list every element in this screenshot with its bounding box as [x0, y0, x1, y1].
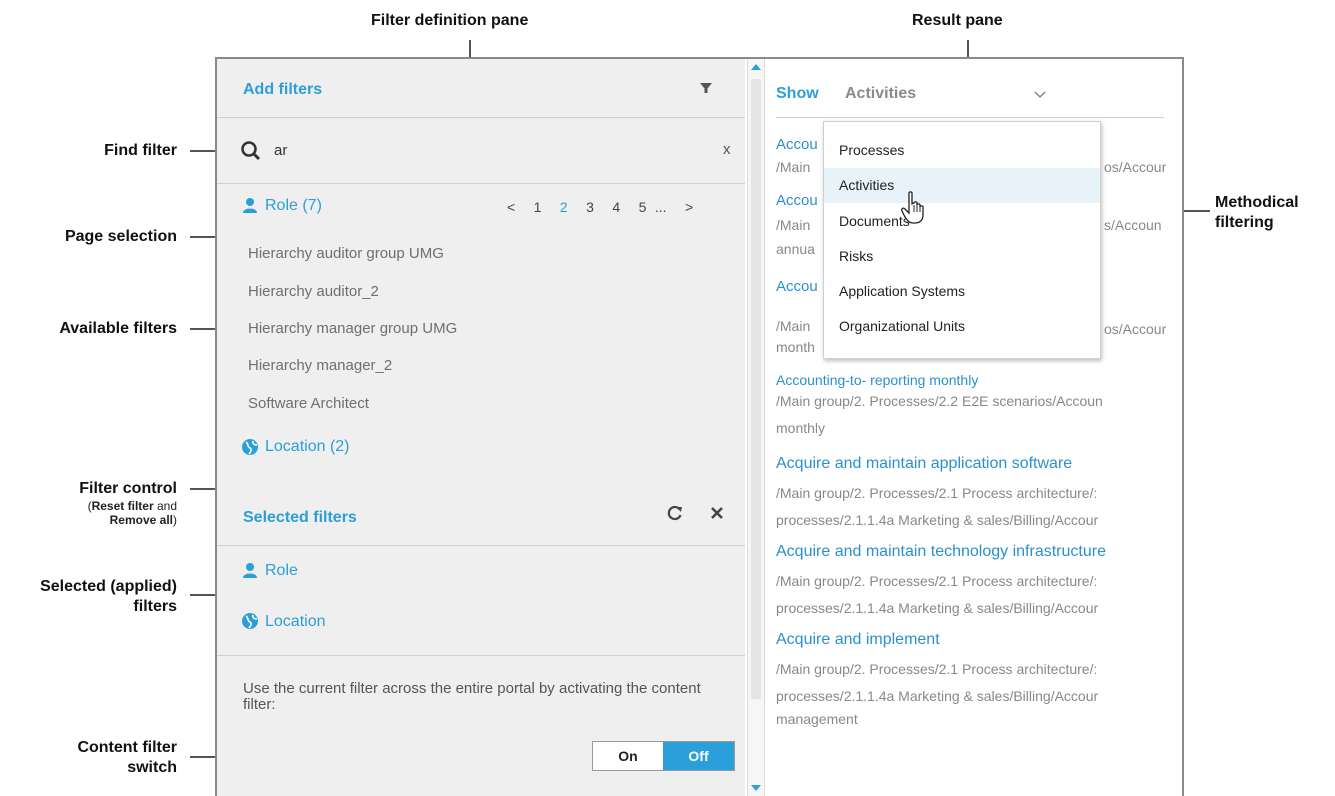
menu-item-activities[interactable]: Activities [824, 168, 1100, 203]
pager-page-2[interactable]: 2 [560, 199, 568, 215]
role-group-header[interactable]: Role (7) [265, 197, 322, 215]
toggle-off[interactable]: Off [663, 742, 734, 770]
search-icon [241, 141, 261, 161]
reset-filter-icon[interactable] [666, 504, 684, 522]
globe-icon [242, 439, 258, 455]
annotation-available-filters: Available filters [59, 320, 177, 337]
menu-item-organizational-units[interactable]: Organizational Units [824, 309, 1100, 344]
annotation-selected-filters: Selected (applied) filters [40, 578, 177, 615]
pager-next[interactable]: > [685, 199, 693, 215]
show-dropdown-value[interactable]: Activities [845, 85, 916, 103]
scroll-up-icon[interactable] [751, 63, 761, 71]
funnel-icon[interactable] [699, 81, 713, 95]
result-path: /Main group/2. Processes/2.1 Process arc… [776, 661, 1098, 677]
clear-search-button[interactable]: x [723, 141, 731, 158]
menu-item-documents[interactable]: Documents [824, 204, 1100, 239]
toggle-on[interactable]: On [593, 742, 663, 770]
user-icon [243, 563, 257, 578]
menu-item-processes[interactable]: Processes [824, 133, 1100, 168]
result-path: /Main group/2. Processes/2.1 Process arc… [776, 573, 1098, 589]
result-path: processes/2.1.1.4a Marketing & sales/Bil… [776, 512, 1099, 528]
menu-item-application-systems[interactable]: Application Systems [824, 274, 1100, 309]
filter-item[interactable]: Hierarchy manager_2 [248, 357, 392, 374]
filter-item[interactable]: Hierarchy manager group UMG [248, 320, 457, 337]
result-path: /Main group/2. Processes/2.2 E2E scenari… [776, 393, 1103, 409]
pager-prev[interactable]: < [507, 199, 515, 215]
selected-filter-role[interactable]: Role [265, 562, 298, 580]
pager-page-5[interactable]: 5 [639, 199, 647, 215]
globe-icon [242, 613, 258, 629]
filter-definition-pane: Add filters ar x Role (7) < 1 2 3 4 5 ..… [217, 59, 745, 796]
annotation-methodical-filtering: Methodical filtering [1215, 194, 1299, 231]
selected-filters-title: Selected filters [243, 509, 357, 526]
add-filters-title: Add filters [243, 81, 323, 98]
scroll-thumb[interactable] [751, 79, 761, 699]
search-input[interactable]: ar [274, 142, 287, 159]
pager-page-1[interactable]: 1 [534, 199, 542, 215]
pager-ellipsis: ... [654, 199, 667, 215]
annotation-page-selection: Page selection [64, 228, 177, 245]
show-dropdown-menu: Processes Activities Documents Risks App… [823, 121, 1101, 359]
result-path: /Main [776, 217, 811, 233]
result-title[interactable]: Accounting-to- reporting monthly [776, 372, 978, 388]
result-path: processes/2.1.1.4a Marketing & sales/Bil… [776, 688, 1099, 704]
selected-filter-location[interactable]: Location [265, 613, 326, 631]
result-path-tail: os/Accour [1104, 321, 1167, 337]
annotation-filter-control-sub: (Reset filter and Remove all) [87, 499, 177, 527]
result-title[interactable]: Accou [776, 136, 818, 153]
filter-item[interactable]: Hierarchy auditor group UMG [248, 245, 444, 262]
pager: < 1 2 3 4 5 ... > [493, 199, 693, 217]
filter-item[interactable]: Hierarchy auditor_2 [248, 283, 379, 300]
result-title[interactable]: Accou [776, 192, 818, 209]
location-group-header[interactable]: Location (2) [265, 438, 350, 456]
result-path: annua [776, 241, 815, 257]
remove-all-icon[interactable] [710, 506, 724, 520]
result-title[interactable]: Acquire and maintain application softwar… [776, 455, 1072, 473]
result-title[interactable]: Acquire and implement [776, 631, 940, 649]
annotation-content-filter-switch: Content filter switch [77, 739, 177, 776]
result-path-tail: s/Accoun [1104, 217, 1162, 233]
chevron-down-icon[interactable] [1034, 91, 1046, 99]
result-path: /Main group/2. Processes/2.1 Process arc… [776, 485, 1098, 501]
result-path: /Main [776, 318, 811, 334]
show-label: Show [776, 85, 819, 102]
result-path: /Main [776, 159, 811, 175]
user-icon [243, 198, 257, 213]
pager-page-3[interactable]: 3 [586, 199, 594, 215]
result-path: month [776, 339, 815, 355]
annotation-result-pane: Result pane [912, 12, 1003, 29]
annotation-filter-control: Filter control [79, 480, 177, 497]
result-path-tail: os/Accour [1104, 159, 1167, 175]
pager-page-4[interactable]: 4 [612, 199, 620, 215]
result-path: processes/2.1.1.4a Marketing & sales/Bil… [776, 600, 1099, 616]
annotation-find-filter: Find filter [104, 142, 177, 159]
filter-item[interactable]: Software Architect [248, 395, 369, 412]
content-filter-text: Use the current filter across the entire… [243, 680, 701, 713]
scrollbar[interactable] [747, 59, 765, 796]
result-path: monthly [776, 420, 826, 436]
hand-cursor-icon [901, 191, 924, 224]
menu-item-risks[interactable]: Risks [824, 239, 1100, 274]
scroll-down-icon[interactable] [751, 784, 761, 792]
result-title[interactable]: Accou [776, 278, 818, 295]
annotation-filter-definition-pane: Filter definition pane [371, 12, 529, 29]
content-filter-switch[interactable]: On Off [592, 741, 735, 771]
result-path: management [776, 711, 858, 727]
result-title[interactable]: Acquire and maintain technology infrastr… [776, 543, 1106, 561]
